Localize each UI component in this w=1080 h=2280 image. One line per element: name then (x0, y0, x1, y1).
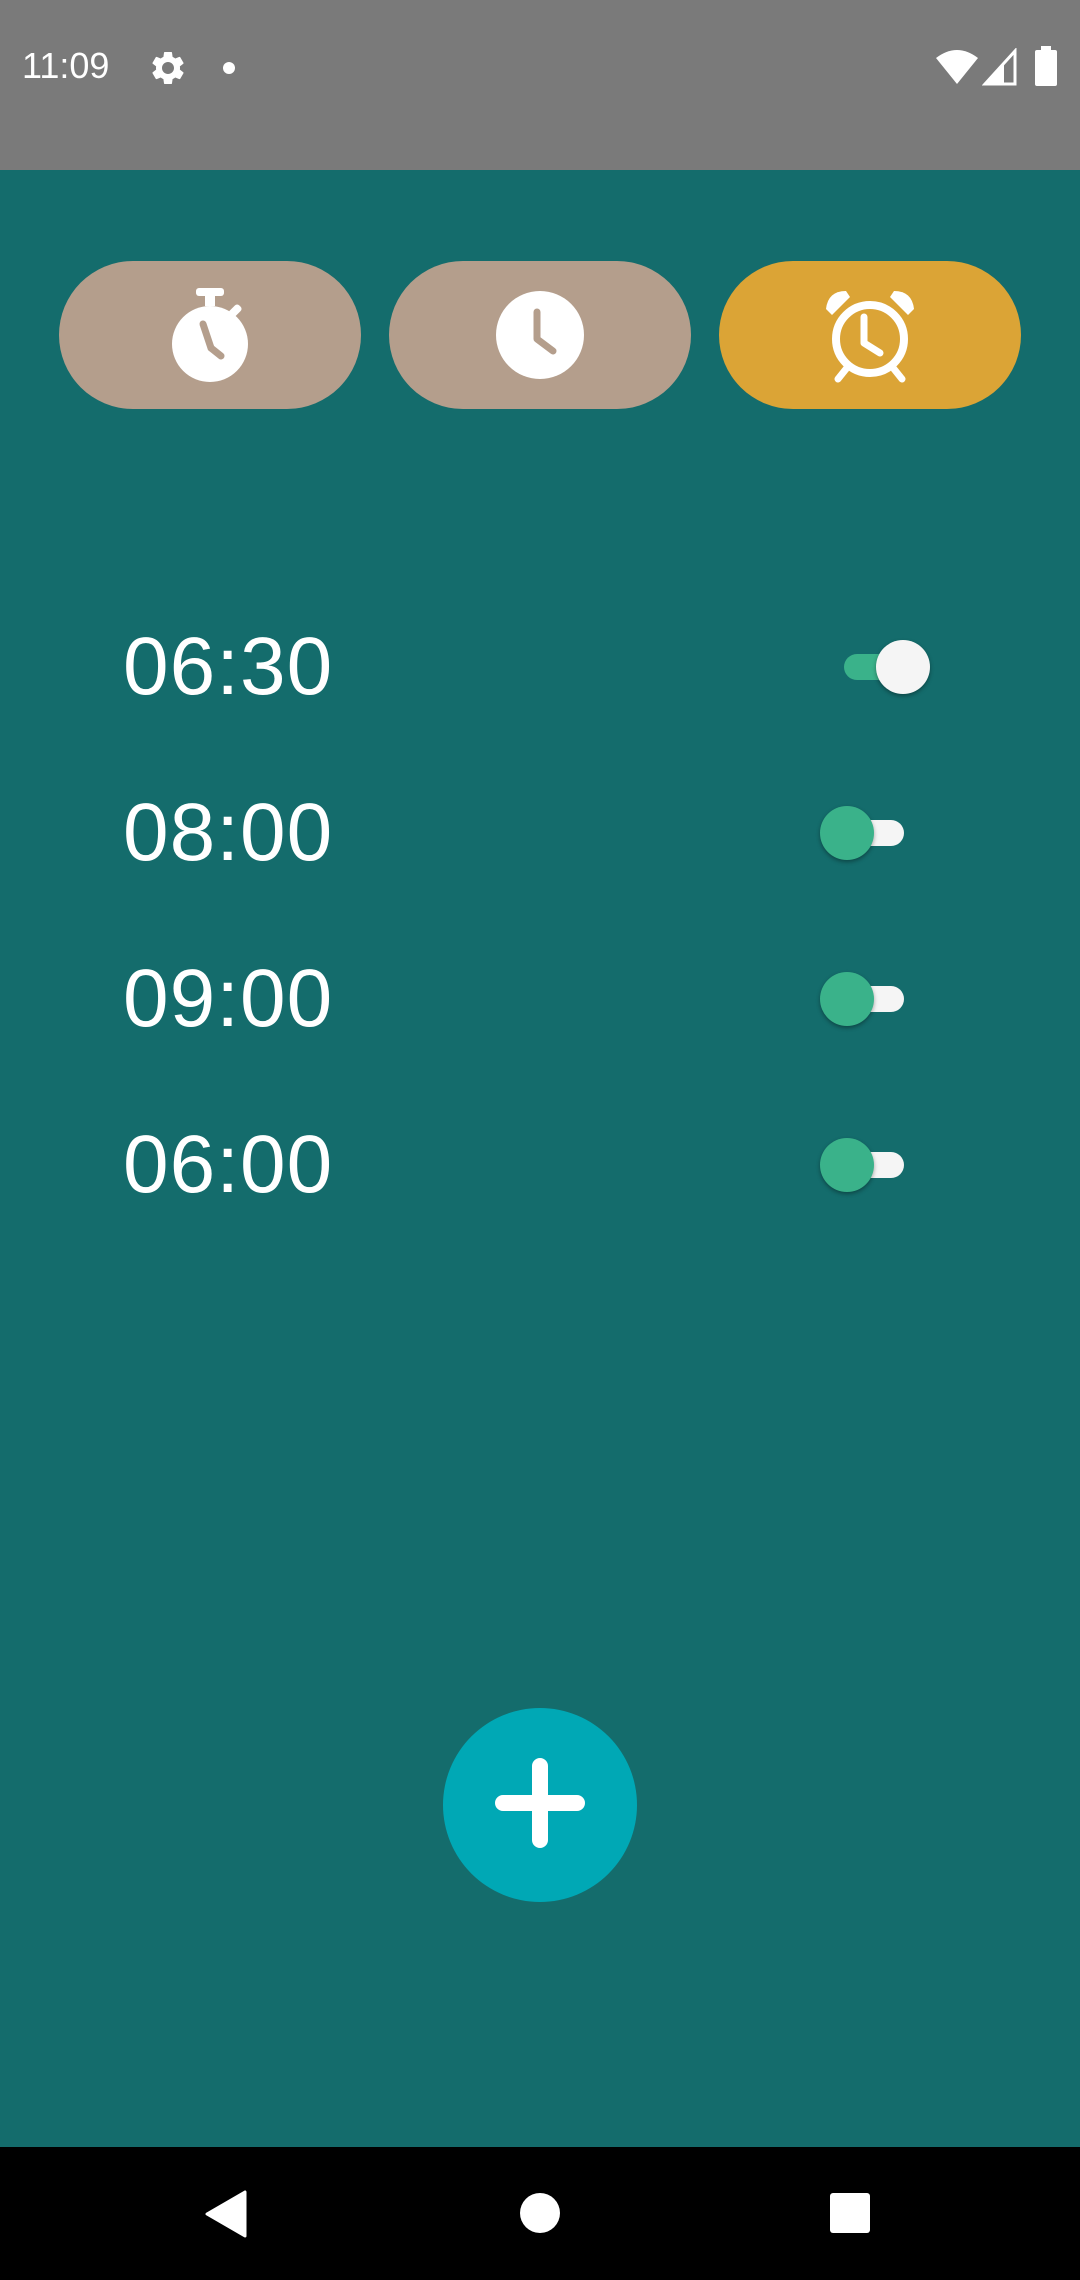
alarm-toggle-switch[interactable] (818, 1138, 910, 1192)
gear-icon (148, 48, 188, 92)
navigation-bar (0, 2147, 1080, 2280)
back-icon[interactable] (205, 2190, 247, 2242)
add-alarm-button[interactable] (443, 1708, 637, 1902)
stopwatch-icon (165, 286, 255, 384)
switch-thumb (820, 806, 874, 860)
home-icon[interactable] (519, 2192, 561, 2238)
wifi-icon (936, 48, 978, 90)
stopwatch-tab-button[interactable] (59, 261, 361, 409)
alarm-time: 09:00 (123, 953, 334, 1044)
alarm-row[interactable]: 09:00 (0, 934, 1080, 1064)
alarm-toggle-switch[interactable] (838, 640, 930, 694)
alarm-time: 08:00 (123, 787, 334, 878)
recents-icon[interactable] (829, 2192, 871, 2238)
signal-icon (981, 47, 1018, 90)
notification-dot-icon (222, 60, 236, 79)
plus-icon (495, 1758, 585, 1852)
switch-thumb (820, 972, 874, 1026)
switch-thumb (876, 640, 930, 694)
alarm-time: 06:00 (123, 1119, 334, 1210)
alarm-row[interactable]: 06:30 (0, 602, 1080, 732)
status-time: 11:09 (22, 45, 110, 86)
alarm-tab-button[interactable] (719, 261, 1021, 409)
clock-tab-button[interactable] (389, 261, 691, 409)
status-bar: 11:09 (0, 0, 1080, 170)
alarm-toggle-switch[interactable] (818, 972, 910, 1026)
alarm-row[interactable]: 08:00 (0, 768, 1080, 898)
alarm-clock-icon (822, 287, 918, 383)
alarm-screen: 06:30 08:00 09:00 06:00 (0, 170, 1080, 2147)
alarm-time: 06:30 (123, 621, 334, 712)
battery-icon (1034, 46, 1058, 90)
alarm-row[interactable]: 06:00 (0, 1100, 1080, 1230)
switch-thumb (820, 1138, 874, 1192)
alarm-toggle-switch[interactable] (818, 806, 910, 860)
clock-icon (495, 290, 585, 380)
